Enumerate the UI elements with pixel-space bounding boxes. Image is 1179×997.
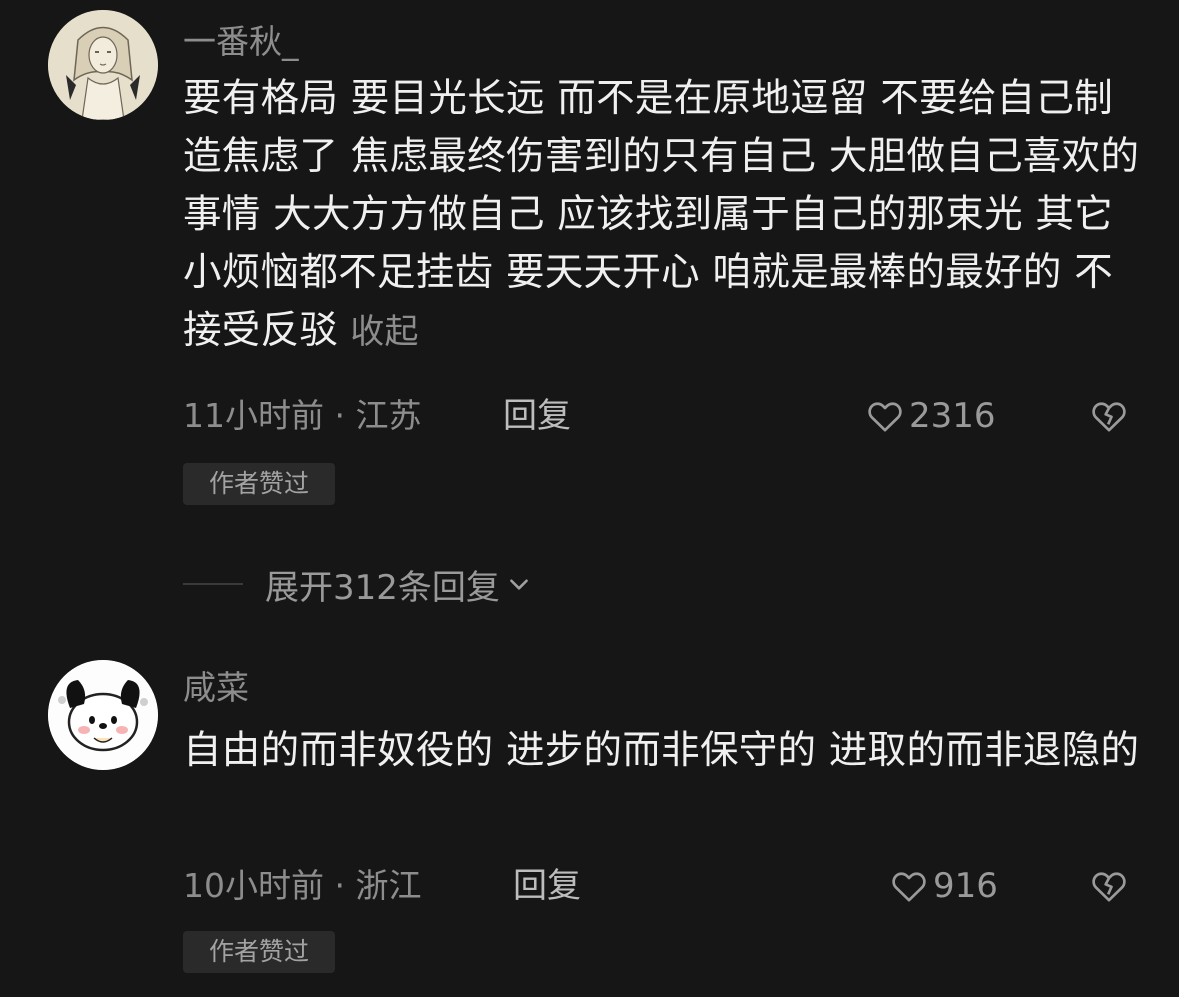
broken-heart-icon[interactable] bbox=[1089, 866, 1129, 906]
comment-item: 咸菜 自由的而非奴役的 进步的而非保守的 进取的而非退隐的 10小时前 · 浙江… bbox=[0, 0, 1179, 997]
comment-username[interactable]: 咸菜 bbox=[183, 668, 249, 708]
heart-outline-icon bbox=[892, 872, 926, 902]
like-count: 916 bbox=[933, 866, 998, 906]
comment-meta-row: 10小时前 · 浙江 回复 916 bbox=[183, 862, 1129, 910]
reply-button[interactable]: 回复 bbox=[513, 862, 581, 910]
comment-time-location: 10小时前 · 浙江 bbox=[183, 866, 422, 905]
user-avatar-illustration bbox=[48, 660, 158, 770]
comment-text: 自由的而非奴役的 进步的而非保守的 进取的而非退隐的 bbox=[183, 722, 1143, 780]
like-button[interactable]: 916 bbox=[889, 862, 998, 910]
comment-body: 自由的而非奴役的 进步的而非保守的 进取的而非退隐的 bbox=[183, 728, 1140, 773]
author-liked-badge: 作者赞过 bbox=[183, 931, 335, 973]
avatar[interactable] bbox=[48, 660, 158, 770]
